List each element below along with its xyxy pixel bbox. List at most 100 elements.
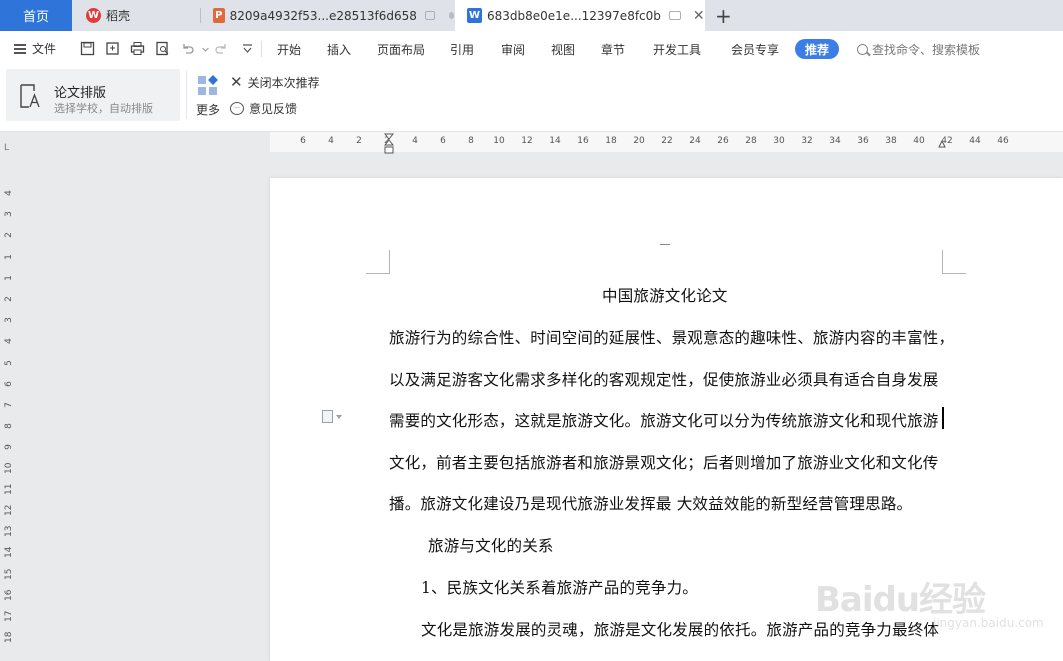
ruler-tick-label: 18 bbox=[605, 136, 617, 146]
document-title[interactable]: 中国旅游文化论文 bbox=[602, 284, 728, 306]
menu-view[interactable]: 视图 bbox=[551, 41, 575, 58]
numbered-heading[interactable]: 1、民族文化关系着旅游产品的竞争力。 bbox=[421, 576, 698, 598]
file-menu-button[interactable]: 文件 bbox=[14, 40, 56, 57]
horizontal-ruler[interactable]: 6 4 2 2 4 6 8 10 12 14 16 18 20 22 24 26 28 30 32 34 36 38 40 4… bbox=[0, 132, 1063, 152]
vertical-ruler-tick-label: 4 bbox=[4, 338, 14, 345]
ruler-tick-label: 16 bbox=[577, 136, 589, 146]
vertical-ruler-tick-label: 10 bbox=[4, 462, 14, 474]
watermark-text: Baidu经验 bbox=[815, 580, 986, 620]
section-heading[interactable]: 旅游与文化的关系 bbox=[428, 534, 554, 556]
ruler-tick-label: 40 bbox=[913, 136, 925, 146]
tab-daoke[interactable]: W 稻壳 bbox=[72, 0, 200, 31]
vertical-ruler-tick-label: 5 bbox=[4, 359, 14, 366]
ruler-tick-label: 2 bbox=[356, 136, 362, 146]
save-icon[interactable] bbox=[80, 41, 95, 56]
baidu-jingyan-watermark: Baidu经验 jingyan.baidu.com bbox=[815, 552, 1044, 637]
undo-dropdown-icon[interactable] bbox=[198, 41, 209, 56]
add-tab-button[interactable]: + bbox=[715, 4, 732, 28]
vertical-ruler-tick-label: 1 bbox=[4, 253, 14, 260]
ruler-tick-label: 26 bbox=[717, 136, 729, 146]
vertical-ruler-tick-label: 11 bbox=[4, 483, 14, 495]
ruler-tick-label: 4 bbox=[412, 136, 418, 146]
menu-member-exclusive[interactable]: 会员专享 bbox=[731, 41, 779, 58]
search-icon bbox=[857, 44, 868, 55]
paragraph-options[interactable] bbox=[322, 410, 342, 423]
command-search-placeholder: 查找命令、搜索模板 bbox=[872, 43, 981, 57]
thesis-format-icon bbox=[20, 84, 40, 108]
vertical-ruler-tick-label: 18 bbox=[4, 631, 14, 644]
more-apps-icon[interactable] bbox=[197, 75, 219, 97]
ruler-tick-label: 36 bbox=[857, 136, 869, 146]
command-search[interactable]: 查找命令、搜索模板 bbox=[857, 41, 980, 58]
ribbon-divider bbox=[186, 71, 187, 119]
paragraph-line[interactable]: 播。旅游文化建设乃是现代旅游业发挥最 大效益效能的新型经营管理思路。 bbox=[389, 492, 912, 514]
margin-corner-top-right bbox=[942, 250, 966, 274]
thesis-format-card[interactable]: 论文排版 选择学校，自动排版 bbox=[6, 69, 180, 121]
ruler-tick-label: 30 bbox=[773, 136, 785, 146]
ruler-tick-label: 38 bbox=[885, 136, 897, 146]
ribbon-recommend-panel: 论文排版 选择学校，自动排版 更多 ✕ 关闭本次推荐 ··· 意见反馈 bbox=[0, 65, 1063, 132]
paragraph-line[interactable]: 需要的文化形态，这就是旅游文化。旅游文化可以分为传统旅游文化和现代旅游 bbox=[389, 409, 939, 431]
tab-ppt-document[interactable]: P 8209a4932f53...e28513f6d658 bbox=[201, 0, 455, 31]
close-tab-icon[interactable]: ✕ bbox=[693, 8, 705, 24]
ruler-tick-label: 20 bbox=[633, 136, 645, 146]
right-indent-marker-icon[interactable] bbox=[938, 136, 946, 148]
vertical-ruler-tick-label: 17 bbox=[4, 610, 14, 622]
vertical-ruler-tick-label: 9 bbox=[4, 444, 14, 451]
tab-word-document-label: 683db8e0e1e...12397e8fc0b bbox=[487, 8, 661, 23]
customize-toolbar-icon[interactable] bbox=[240, 41, 255, 56]
close-recommend-button[interactable]: ✕ 关闭本次推荐 bbox=[230, 74, 320, 91]
paragraph-line[interactable]: 以及满足游客文化需求多样化的客观规定性，促使旅游业必须具有适合自身发展 bbox=[389, 368, 939, 390]
window-icon bbox=[668, 11, 681, 20]
vertical-ruler-tick-label: 8 bbox=[4, 423, 14, 430]
redo-icon[interactable] bbox=[214, 41, 229, 56]
indent-marker-icon[interactable] bbox=[384, 133, 394, 155]
menu-insert[interactable]: 插入 bbox=[327, 41, 351, 58]
unsaved-dot-icon bbox=[448, 12, 455, 19]
menu-review[interactable]: 审阅 bbox=[501, 41, 525, 58]
ppt-file-icon: P bbox=[213, 8, 225, 23]
thesis-format-subtitle: 选择学校，自动排版 bbox=[54, 102, 153, 115]
file-menu-label: 文件 bbox=[32, 42, 57, 56]
vertical-ruler-tick-label: 13 bbox=[4, 525, 14, 538]
ruler-tick-label: 22 bbox=[661, 136, 673, 146]
feedback-button[interactable]: ··· 意见反馈 bbox=[230, 100, 297, 117]
tab-daoke-label: 稻壳 bbox=[106, 9, 131, 23]
vertical-ruler-tick-label: 1 bbox=[4, 274, 14, 281]
vertical-ruler-tick-label: 2 bbox=[4, 296, 14, 302]
tab-ppt-document-label: 8209a4932f53...e28513f6d658 bbox=[229, 8, 417, 23]
menu-chapter[interactable]: 章节 bbox=[601, 41, 625, 58]
tab-home[interactable]: 首页 bbox=[0, 0, 72, 31]
more-button-label[interactable]: 更多 bbox=[196, 101, 220, 118]
recommend-tab[interactable]: 推荐 bbox=[795, 39, 839, 59]
tab-home-label: 首页 bbox=[22, 10, 49, 25]
ruler-tick-label: 24 bbox=[689, 136, 701, 146]
vertical-ruler-tick-label: 4 bbox=[4, 190, 14, 196]
header-mark bbox=[660, 244, 670, 245]
hamburger-icon bbox=[14, 43, 26, 54]
paragraph-line[interactable]: 旅游行为的综合性、时间空间的延展性、景观意态的趣味性、旅游内容的丰富性， bbox=[389, 326, 954, 348]
vertical-ruler[interactable]: 4 3 2 1 1 2 3 4 5 6 7 8 9 10 11 12 13 14 15 16 17 18 bbox=[0, 152, 16, 661]
tab-word-document-active[interactable]: W 683db8e0e1e...12397e8fc0b ✕ bbox=[455, 0, 705, 31]
print-preview-icon[interactable] bbox=[155, 41, 170, 56]
menu-developer-tools[interactable]: 开发工具 bbox=[653, 41, 701, 58]
ruler-tick-label: 8 bbox=[468, 136, 474, 146]
chevron-down-icon bbox=[336, 414, 342, 419]
undo-icon[interactable] bbox=[180, 41, 195, 56]
print-icon[interactable] bbox=[130, 41, 145, 56]
thesis-format-title: 论文排版 bbox=[54, 86, 107, 101]
menu-references[interactable]: 引用 bbox=[450, 41, 474, 58]
ruler-tick-label: 28 bbox=[745, 136, 757, 146]
close-recommend-label: 关闭本次推荐 bbox=[247, 76, 320, 90]
ruler-tick-label: 46 bbox=[997, 136, 1009, 146]
paragraph-line[interactable]: 文化，前者主要包括旅游者和旅游景观文化；后者则增加了旅游业文化和文化传 bbox=[389, 451, 939, 473]
menu-bar: 文件 开始 插入 页面布局 引用 审阅 视图 章节 开发工具 会员专享 推荐 查… bbox=[0, 31, 1063, 65]
export-icon[interactable] bbox=[105, 41, 120, 56]
vertical-ruler-tick-label: 3 bbox=[4, 211, 14, 218]
menu-page-layout[interactable]: 页面布局 bbox=[377, 41, 425, 58]
ruler-tick-label: 6 bbox=[300, 136, 306, 146]
feedback-label: 意见反馈 bbox=[249, 102, 298, 116]
feedback-bubble-icon: ··· bbox=[230, 102, 244, 115]
menu-start[interactable]: 开始 bbox=[277, 41, 301, 58]
window-icon bbox=[424, 11, 435, 20]
